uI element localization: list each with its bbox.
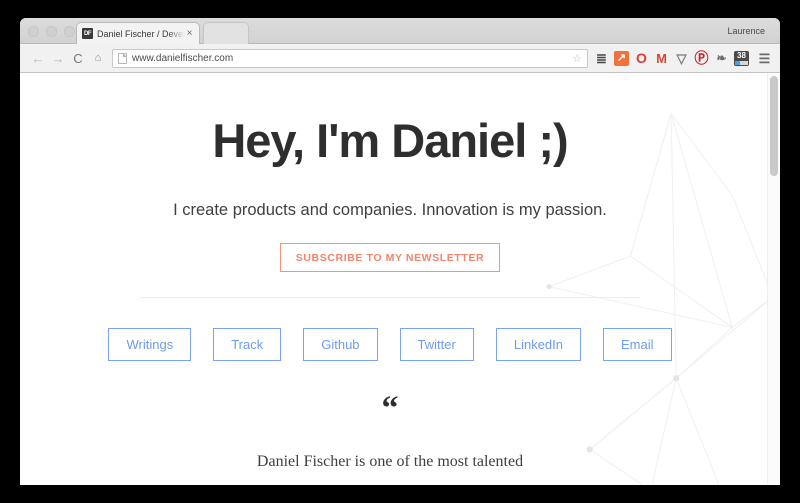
home-icon[interactable]: ⌂ [88, 48, 108, 68]
page-subtitle: I create products and companies. Innovat… [173, 200, 607, 219]
extension-tray: ≣ ↗ O M ▽ Ⓟ ❧ 38 ☰ [594, 50, 772, 66]
section-divider [140, 296, 640, 298]
link-button-linkedin[interactable]: LinkedIn [495, 327, 581, 361]
page-title: Hey, I'm Daniel ;) [212, 114, 568, 167]
browser-window: DF Daniel Fischer / Developer, D × Laure… [20, 18, 780, 485]
reload-icon[interactable]: C [68, 48, 88, 68]
page-content: Hey, I'm Daniel ;) I create products and… [20, 73, 760, 471]
bookmark-star-icon[interactable]: ☆ [568, 52, 582, 65]
page-info-icon [118, 52, 127, 64]
quote-open-mark: “ [381, 389, 399, 427]
gmail-icon[interactable]: M [654, 51, 669, 66]
address-bar[interactable]: www.danielfischer.com ☆ [112, 48, 588, 68]
maximize-window-button[interactable] [64, 26, 75, 37]
pocket-icon[interactable]: ▽ [674, 51, 689, 66]
page-viewport: Hey, I'm Daniel ;) I create products and… [20, 73, 780, 484]
tab-title: Daniel Fischer / Developer, D [97, 28, 185, 39]
browser-tab-active[interactable]: DF Daniel Fischer / Developer, D × [76, 22, 200, 44]
profile-button[interactable]: Laurence [720, 23, 772, 39]
tab-favicon-icon: DF [82, 28, 93, 39]
evernote-icon[interactable]: ❧ [714, 51, 729, 66]
counter-badge-icon[interactable]: 38 [734, 50, 749, 66]
window-controls[interactable] [28, 26, 75, 37]
new-tab-button[interactable] [203, 22, 249, 44]
browser-menu-icon[interactable]: ☰ [757, 51, 772, 66]
page-scrollbar[interactable] [767, 73, 780, 484]
subscribe-newsletter-button[interactable]: SUBSCRIBE TO MY NEWSLETTER [279, 242, 501, 272]
tab-strip: DF Daniel Fischer / Developer, D × Laure… [20, 18, 780, 44]
link-button-email[interactable]: Email [603, 327, 672, 361]
analytics-icon[interactable]: ↗ [614, 50, 629, 66]
pinterest-icon[interactable]: Ⓟ [694, 51, 709, 66]
close-tab-icon[interactable]: × [185, 28, 194, 39]
pocket-stack-icon[interactable]: ≣ [594, 51, 609, 66]
link-button-track[interactable]: Track [213, 327, 282, 361]
close-window-button[interactable] [28, 26, 39, 37]
browser-toolbar: ← → C ⌂ www.danielfischer.com ☆ ≣ ↗ O M … [20, 44, 780, 73]
scrollbar-thumb[interactable] [770, 76, 778, 176]
opera-icon[interactable]: O [634, 51, 649, 66]
link-button-writings[interactable]: Writings [108, 327, 192, 361]
minimize-window-button[interactable] [46, 26, 57, 37]
url-text: www.danielfischer.com [132, 52, 234, 64]
link-button-twitter[interactable]: Twitter [399, 327, 474, 361]
testimonial-text: Daniel Fischer is one of the most talent… [256, 453, 524, 471]
link-button-github[interactable]: Github [303, 327, 378, 361]
back-icon[interactable]: ← [28, 48, 48, 68]
nav-link-row: Writings Track Github Twitter LinkedIn E… [20, 327, 760, 361]
forward-icon[interactable]: → [48, 48, 68, 68]
